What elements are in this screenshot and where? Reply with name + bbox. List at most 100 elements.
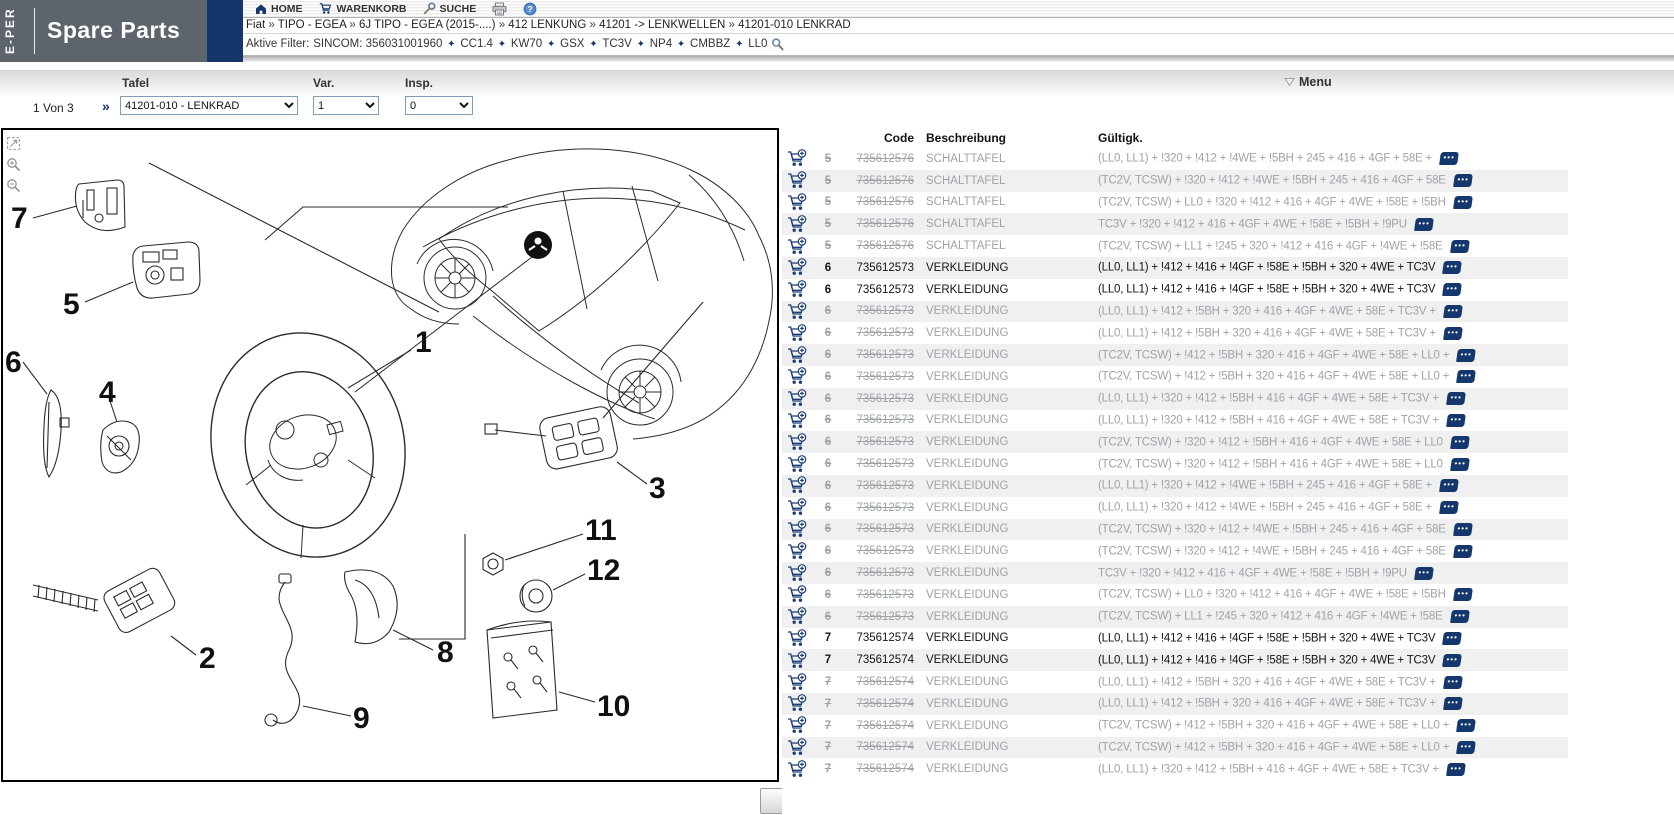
callout-6[interactable]: 6 xyxy=(5,346,22,379)
add-to-cart-icon[interactable] xyxy=(782,629,812,648)
more-info-badge[interactable]: ••• xyxy=(1446,414,1466,427)
var-select[interactable]: 1 xyxy=(313,96,379,115)
add-to-cart-icon[interactable] xyxy=(782,280,812,299)
add-to-cart-icon[interactable] xyxy=(782,694,812,713)
part-number: 6 xyxy=(812,458,844,470)
breadcrumb: Fiat » TIPO - EGEA » 6J TIPO - EGEA (201… xyxy=(243,18,1674,34)
more-info-badge[interactable]: ••• xyxy=(1453,174,1473,187)
insp-select[interactable]: 0 xyxy=(405,96,473,115)
more-info-badge[interactable]: ••• xyxy=(1453,588,1473,601)
part-number: 5 xyxy=(812,175,844,187)
breadcrumb-link[interactable]: TIPO - EGEA xyxy=(278,19,346,31)
callout-3[interactable]: 3 xyxy=(649,472,666,505)
add-to-cart-icon[interactable] xyxy=(782,542,812,561)
add-to-cart-icon[interactable] xyxy=(782,607,812,626)
breadcrumb-link[interactable]: 41201 -> LENKWELLEN xyxy=(599,19,725,31)
more-info-badge[interactable]: ••• xyxy=(1414,218,1434,231)
part-code: 735612574 xyxy=(844,632,914,644)
add-to-cart-icon[interactable] xyxy=(782,302,812,321)
callout-1[interactable]: 1 xyxy=(415,326,432,359)
add-to-cart-icon[interactable] xyxy=(782,324,812,343)
menu-strip xyxy=(0,70,1674,96)
callout-11[interactable]: 11 xyxy=(585,514,617,547)
more-info-badge[interactable]: ••• xyxy=(1446,763,1466,776)
home-button[interactable]: HOME xyxy=(255,3,303,15)
add-to-cart-icon[interactable] xyxy=(782,476,812,495)
more-info-badge[interactable]: ••• xyxy=(1443,676,1463,689)
breadcrumb-link[interactable]: 41201-010 LENKRAD xyxy=(738,19,851,31)
add-to-cart-icon[interactable] xyxy=(782,564,812,583)
more-info-badge[interactable]: ••• xyxy=(1439,152,1459,165)
next-table-arrow[interactable]: » xyxy=(102,98,110,114)
more-info-badge[interactable]: ••• xyxy=(1456,370,1476,383)
table-row: 6 735612573 VERKLEIDUNG (LL0, LL1) + !41… xyxy=(782,301,1568,323)
callout-2[interactable]: 2 xyxy=(199,642,216,675)
breadcrumb-link[interactable]: 6J TIPO - EGEA (2015-....) xyxy=(359,19,496,31)
more-info-badge[interactable]: ••• xyxy=(1456,741,1476,754)
add-to-cart-icon[interactable] xyxy=(782,215,812,234)
callout-10[interactable]: 10 xyxy=(597,690,630,723)
add-to-cart-icon[interactable] xyxy=(782,651,812,670)
part-description: VERKLEIDUNG xyxy=(926,632,1098,644)
add-to-cart-icon[interactable] xyxy=(782,520,812,539)
more-info-badge[interactable]: ••• xyxy=(1456,349,1476,362)
more-info-badge[interactable]: ••• xyxy=(1439,501,1459,514)
more-info-badge[interactable]: ••• xyxy=(1442,261,1462,274)
more-info-badge[interactable]: ••• xyxy=(1443,697,1463,710)
cart-button[interactable]: WARENKORB xyxy=(319,2,407,15)
more-info-badge[interactable]: ••• xyxy=(1450,610,1470,623)
callout-5[interactable]: 5 xyxy=(63,288,80,321)
callout-8[interactable]: 8 xyxy=(437,636,454,669)
add-to-cart-icon[interactable] xyxy=(782,498,812,517)
callout-4[interactable]: 4 xyxy=(99,376,116,409)
tafel-select[interactable]: 41201-010 - LENKRAD xyxy=(120,96,298,115)
add-to-cart-icon[interactable] xyxy=(782,455,812,474)
more-info-badge[interactable]: ••• xyxy=(1443,327,1463,340)
add-to-cart-icon[interactable] xyxy=(782,237,812,256)
add-to-cart-icon[interactable] xyxy=(782,760,812,779)
callout-9[interactable]: 9 xyxy=(353,702,370,735)
more-info-badge[interactable]: ••• xyxy=(1442,654,1462,667)
more-info-badge[interactable]: ••• xyxy=(1456,719,1476,732)
callout-7[interactable]: 7 xyxy=(11,202,28,235)
more-info-badge[interactable]: ••• xyxy=(1450,436,1470,449)
add-to-cart-icon[interactable] xyxy=(782,411,812,430)
filter-magnifier-icon[interactable] xyxy=(771,38,784,51)
more-info-badge[interactable]: ••• xyxy=(1446,392,1466,405)
add-to-cart-icon[interactable] xyxy=(782,149,812,168)
breadcrumb-link[interactable]: Fiat xyxy=(246,19,265,31)
breadcrumb-link[interactable]: 412 LENKUNG xyxy=(508,19,586,31)
part-validity: (TC2V, TCSW) + !412 + !5BH + 320 + 416 +… xyxy=(1098,370,1568,383)
more-info-badge[interactable]: ••• xyxy=(1453,523,1473,536)
more-info-badge[interactable]: ••• xyxy=(1450,240,1470,253)
add-to-cart-icon[interactable] xyxy=(782,716,812,735)
part-number: 6 xyxy=(812,284,844,296)
add-to-cart-icon[interactable] xyxy=(782,585,812,604)
more-info-badge[interactable]: ••• xyxy=(1439,479,1459,492)
more-info-badge[interactable]: ••• xyxy=(1453,196,1473,209)
menu-button[interactable]: Menu xyxy=(1284,75,1332,89)
add-to-cart-icon[interactable] xyxy=(782,171,812,190)
add-to-cart-icon[interactable] xyxy=(782,389,812,408)
more-info-badge[interactable]: ••• xyxy=(1450,458,1470,471)
more-info-badge[interactable]: ••• xyxy=(1453,545,1473,558)
print-button[interactable] xyxy=(492,2,507,16)
add-to-cart-icon[interactable] xyxy=(782,193,812,212)
part-validity: (LL0, LL1) + !412 + !416 + !4GF + !58E +… xyxy=(1098,654,1568,667)
more-info-badge[interactable]: ••• xyxy=(1442,283,1462,296)
add-to-cart-icon[interactable] xyxy=(782,433,812,452)
search-menu-button[interactable]: SUCHE xyxy=(423,2,477,15)
filter-item: CC1.4 xyxy=(460,38,493,50)
add-to-cart-icon[interactable] xyxy=(782,346,812,365)
more-info-badge[interactable]: ••• xyxy=(1442,632,1462,645)
more-info-badge[interactable]: ••• xyxy=(1443,305,1463,318)
part-code: 735612574 xyxy=(844,720,914,732)
more-info-badge[interactable]: ••• xyxy=(1414,567,1434,580)
part-number: 6 xyxy=(812,502,844,514)
help-button[interactable]: ? xyxy=(523,2,537,16)
add-to-cart-icon[interactable] xyxy=(782,673,812,692)
add-to-cart-icon[interactable] xyxy=(782,258,812,277)
callout-12[interactable]: 12 xyxy=(587,554,620,587)
add-to-cart-icon[interactable] xyxy=(782,738,812,757)
add-to-cart-icon[interactable] xyxy=(782,367,812,386)
